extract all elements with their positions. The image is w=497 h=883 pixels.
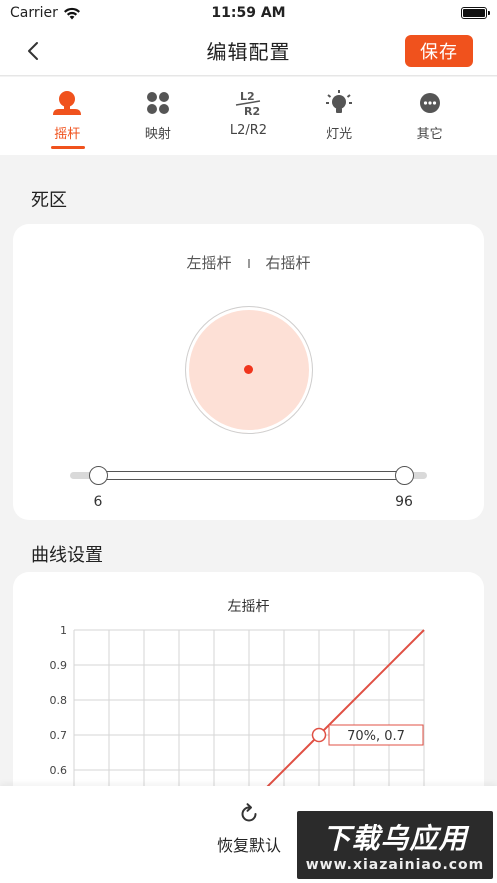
watermark-title: 下载乌应用 <box>322 822 468 855</box>
tab-lighting[interactable]: 灯光 <box>303 77 375 155</box>
status-time: 11:59 AM <box>211 5 286 21</box>
carrier-info: Carrier <box>10 5 180 21</box>
refresh-icon <box>241 803 257 822</box>
response-curve-chart[interactable]: 1 0.9 0.8 0.7 0.6 70%, 0.7 <box>13 572 484 812</box>
deadzone-section-title: 死区 <box>31 190 67 211</box>
status-bar: Carrier 11:59 AM <box>0 0 497 26</box>
svg-text:L2: L2 <box>240 90 255 103</box>
left-stick-option[interactable]: 左摇杆 <box>186 254 231 272</box>
y-tick-label: 0.6 <box>50 764 68 777</box>
nav-bar: 编辑配置 保存 <box>0 26 497 76</box>
back-button[interactable] <box>20 38 46 64</box>
battery-icon <box>461 7 490 19</box>
response-curve-line <box>240 629 425 812</box>
bottom-bar: 恢复默认 下载乌应用 www.xiazainiao.com <box>0 786 497 883</box>
tab-mapping[interactable]: 映射 <box>122 77 194 155</box>
y-tick-label: 1 <box>60 624 67 637</box>
tab-joystick[interactable]: 摇杆 <box>31 77 103 155</box>
site-watermark: 下载乌应用 www.xiazainiao.com <box>297 811 493 879</box>
right-stick-option[interactable]: 右摇杆 <box>266 254 311 272</box>
deadzone-slider-max-thumb[interactable] <box>395 466 414 485</box>
curve-control-point <box>311 727 327 743</box>
curve-section-title: 曲线设置 <box>31 545 103 566</box>
page-title: 编辑配置 <box>206 40 291 64</box>
four-dots-icon <box>146 92 169 114</box>
tab-label: 摇杆 <box>54 127 81 142</box>
tab-other[interactable]: 其它 <box>394 77 466 155</box>
y-tick-label: 0.8 <box>50 694 68 707</box>
deadzone-preview <box>185 306 313 434</box>
stick-switch: 左摇杆 右摇杆 <box>13 252 484 273</box>
deadzone-min-value: 6 <box>93 494 103 510</box>
tab-label: 映射 <box>144 127 171 142</box>
watermark-url: www.xiazainiao.com <box>305 857 485 873</box>
chevron-left-icon <box>28 42 38 60</box>
stick-separator <box>247 259 250 268</box>
curve-card: 左摇杆 1 0.9 0.8 0.7 0.6 70%, 0.7 <box>13 572 484 812</box>
more-icon <box>419 93 440 113</box>
tab-label: L2/R2 <box>229 123 268 138</box>
curve-value-label: 70%, 0.7 <box>347 729 405 744</box>
y-tick-label: 0.7 <box>50 729 68 742</box>
y-tick-label: 0.9 <box>50 659 68 672</box>
bulb-icon <box>326 90 353 113</box>
tab-label: 灯光 <box>326 127 353 142</box>
tab-triggers[interactable]: L2 R2 L2/R2 <box>212 77 284 155</box>
tab-label: 其它 <box>416 127 443 142</box>
category-tabs: 摇杆 映射 L2 R2 L2/R2 灯光 其它 <box>0 77 497 155</box>
reset-default-label: 恢复默认 <box>216 836 281 855</box>
reset-default-button[interactable]: 恢复默认 <box>204 802 294 856</box>
stick-position-dot <box>244 365 253 374</box>
deadzone-max-value: 96 <box>395 494 413 510</box>
trigger-icon: L2 R2 <box>236 90 261 117</box>
battery-indicator <box>317 7 490 19</box>
deadzone-slider[interactable] <box>70 466 427 485</box>
deadzone-slider-min-thumb[interactable] <box>89 466 108 485</box>
joystick-icon <box>53 91 82 115</box>
carrier-label: Carrier <box>10 5 58 21</box>
deadzone-slider-range <box>98 471 404 480</box>
save-button[interactable]: 保存 <box>405 35 473 67</box>
wifi-icon <box>63 7 80 19</box>
svg-text:R2: R2 <box>244 105 260 117</box>
deadzone-card: 左摇杆 右摇杆 6 96 <box>13 224 484 520</box>
